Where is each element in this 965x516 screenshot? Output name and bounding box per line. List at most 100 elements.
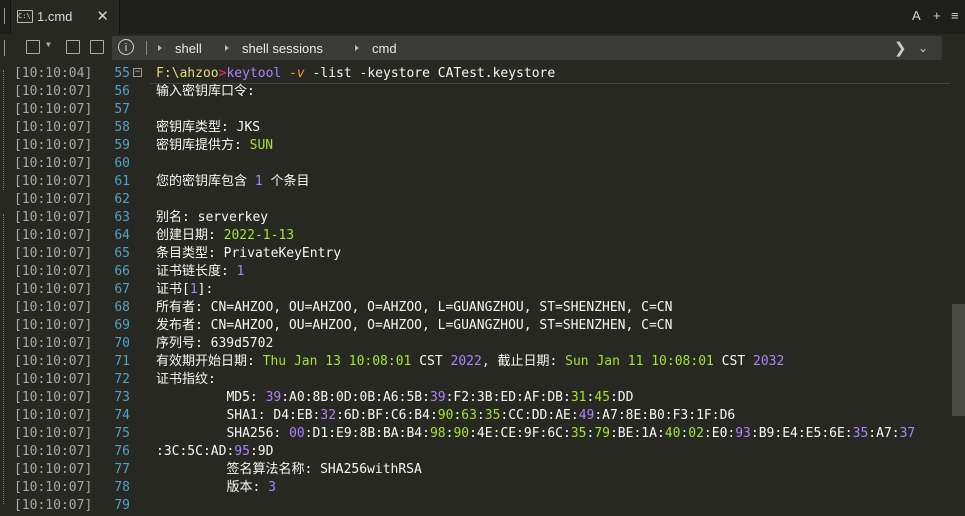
line-text: 序列号: 639d5702: [156, 336, 274, 351]
divider: [146, 41, 147, 55]
timestamp: [10:10:07]: [14, 84, 93, 99]
line-text: 签名算法名称: SHA256withRSA: [156, 462, 422, 477]
line-number: 73: [114, 390, 130, 405]
console-line: [10:10:07] 72 证书指纹:: [0, 371, 965, 389]
breadcrumb-cmd[interactable]: cmd: [372, 41, 397, 56]
timestamp: [10:10:07]: [14, 192, 93, 207]
line-number: 61: [114, 174, 130, 189]
console-line: [10:10:07] 76 :3C:5C:AD:95:9D: [0, 443, 965, 461]
console-line: [10:10:07] 73 MD5: 39:A0:8B:0D:0B:A6:5B:3…: [0, 389, 965, 407]
new-window-icon[interactable]: [66, 40, 80, 54]
console-line: [10:10:04] 55− F:\ahzoo>keytool -v -list -…: [0, 65, 965, 83]
line-text: 证书指纹:: [156, 372, 216, 387]
arrow-icon: [355, 45, 359, 51]
breadcrumb: i shell shell sessions cmd ❯ ⌄: [112, 36, 942, 60]
new-console-icon[interactable]: [26, 40, 40, 54]
line-number: 63: [114, 210, 130, 225]
console-line: [10:10:07] 61 您的密钥库包含 1 个条目: [0, 173, 965, 191]
line-number: 58: [114, 120, 130, 135]
line-number: 57: [114, 102, 130, 117]
close-icon[interactable]: ✕: [96, 7, 109, 25]
info-icon[interactable]: i: [118, 39, 134, 55]
line-number: 56: [114, 84, 130, 99]
tab-bar: C:\ 1.cmd ✕ A + ≡: [0, 0, 965, 34]
timestamp: [10:10:07]: [14, 390, 93, 405]
console-line: [10:10:07] 65 条目类型: PrivateKeyEntry: [0, 245, 965, 263]
scrollbar[interactable]: [952, 62, 965, 516]
console-line: [10:10:07] 69 发布者: CN=AHZOO, OU=AHZOO, O=A…: [0, 317, 965, 335]
line-text: MD5: 39:A0:8B:0D:0B:A6:5B:39:F2:3B:ED:AF…: [156, 390, 634, 405]
console-line: [10:10:07] 68 所有者: CN=AHZOO, OU=AHZOO, O=A…: [0, 299, 965, 317]
console-line: [10:10:07] 56 输入密钥库口令:: [0, 83, 965, 101]
timestamp: [10:10:07]: [14, 246, 93, 261]
console-line: [10:10:07] 57: [0, 101, 965, 119]
line-number: 76: [114, 444, 130, 459]
line-text: 证书[1]:: [156, 282, 214, 297]
line-number: 78: [114, 480, 130, 495]
timestamp: [10:10:07]: [14, 120, 93, 135]
chevron-right-icon[interactable]: ❯: [894, 39, 907, 57]
line-text: 您的密钥库包含 1 个条目: [156, 174, 310, 189]
timestamp: [10:10:04]: [14, 66, 93, 81]
fold-icon[interactable]: −: [133, 68, 142, 77]
breadcrumb-shell-sessions[interactable]: shell sessions: [242, 41, 323, 56]
console-line: [10:10:07] 60: [0, 155, 965, 173]
arrow-icon: [225, 45, 229, 51]
menu-icon[interactable]: ≡: [951, 8, 959, 23]
timestamp: [10:10:07]: [14, 336, 93, 351]
line-number: 59: [114, 138, 130, 153]
line-text: 创建日期: 2022-1-13: [156, 228, 295, 243]
console-line: [10:10:07] 62: [0, 191, 965, 209]
line-number: 74: [114, 408, 130, 423]
line-number: 68: [114, 300, 130, 315]
chevron-down-icon[interactable]: ⌄: [918, 41, 928, 55]
line-number: 64: [114, 228, 130, 243]
arrow-icon: [158, 45, 162, 51]
scrollbar-thumb[interactable]: [952, 304, 965, 416]
tab-title: 1.cmd: [37, 9, 73, 24]
sidebar-toggle[interactable]: [0, 8, 5, 24]
line-number: 79: [114, 498, 130, 513]
timestamp: [10:10:07]: [14, 444, 93, 459]
line-text: 别名: serverkey: [156, 210, 269, 225]
line-text: 条目类型: PrivateKeyEntry: [156, 246, 342, 261]
line-number: 66: [114, 264, 130, 279]
line-text: 密钥库提供方: SUN: [156, 138, 274, 153]
tab-1-cmd[interactable]: C:\ 1.cmd ✕: [10, 0, 120, 34]
timestamp: [10:10:07]: [14, 408, 93, 423]
line-number: 72: [114, 372, 130, 387]
line-text: :3C:5C:AD:95:9D: [156, 444, 274, 459]
console-line: [10:10:07] 74 SHA1: D4:EB:32:6D:BF:C6:B4:…: [0, 407, 965, 425]
line-text: 输入密钥库口令:: [156, 84, 255, 99]
console-line: [10:10:07] 71 有效期开始日期: Thu Jan 13 10:08:01…: [0, 353, 965, 371]
timestamp: [10:10:07]: [14, 102, 93, 117]
line-number: 55: [114, 66, 130, 81]
timestamp: [10:10:07]: [14, 264, 93, 279]
line-number: 70: [114, 336, 130, 351]
line-number: 65: [114, 246, 130, 261]
line-text: 证书链长度: 1: [156, 264, 245, 279]
breadcrumb-shell[interactable]: shell: [175, 41, 202, 56]
line-number: 75: [114, 426, 130, 441]
console-line: [10:10:07] 59 密钥库提供方: SUN: [0, 137, 965, 155]
line-text: 版本: 3: [156, 480, 276, 495]
sidebar-toggle-2[interactable]: [0, 40, 5, 56]
line-text: SHA256: 00:D1:E9:8B:BA:B4:98:90:4E:CE:9F…: [156, 426, 916, 441]
chevron-down-icon[interactable]: ▼: [46, 40, 51, 49]
new-tab-button[interactable]: +: [933, 8, 941, 23]
split-icon[interactable]: [90, 40, 104, 54]
console-line: [10:10:07] 58 密钥库类型: JKS: [0, 119, 965, 137]
timestamp: [10:10:07]: [14, 228, 93, 243]
console-line: [10:10:07] 63 别名: serverkey: [0, 209, 965, 227]
console-line: [10:10:07] 75 SHA256: 00:D1:E9:8B:BA:B4:9…: [0, 425, 965, 443]
timestamp: [10:10:07]: [14, 498, 93, 513]
line-text: 密钥库类型: JKS: [156, 120, 261, 135]
line-number: 69: [114, 318, 130, 333]
timestamp: [10:10:07]: [14, 354, 93, 369]
timestamp: [10:10:07]: [14, 210, 93, 225]
console-line: [10:10:07] 66 证书链长度: 1: [0, 263, 965, 281]
font-size-button[interactable]: A: [912, 8, 921, 23]
timestamp: [10:10:07]: [14, 426, 93, 441]
timestamp: [10:10:07]: [14, 318, 93, 333]
console-line: [10:10:07] 77 签名算法名称: SHA256withRSA: [0, 461, 965, 479]
